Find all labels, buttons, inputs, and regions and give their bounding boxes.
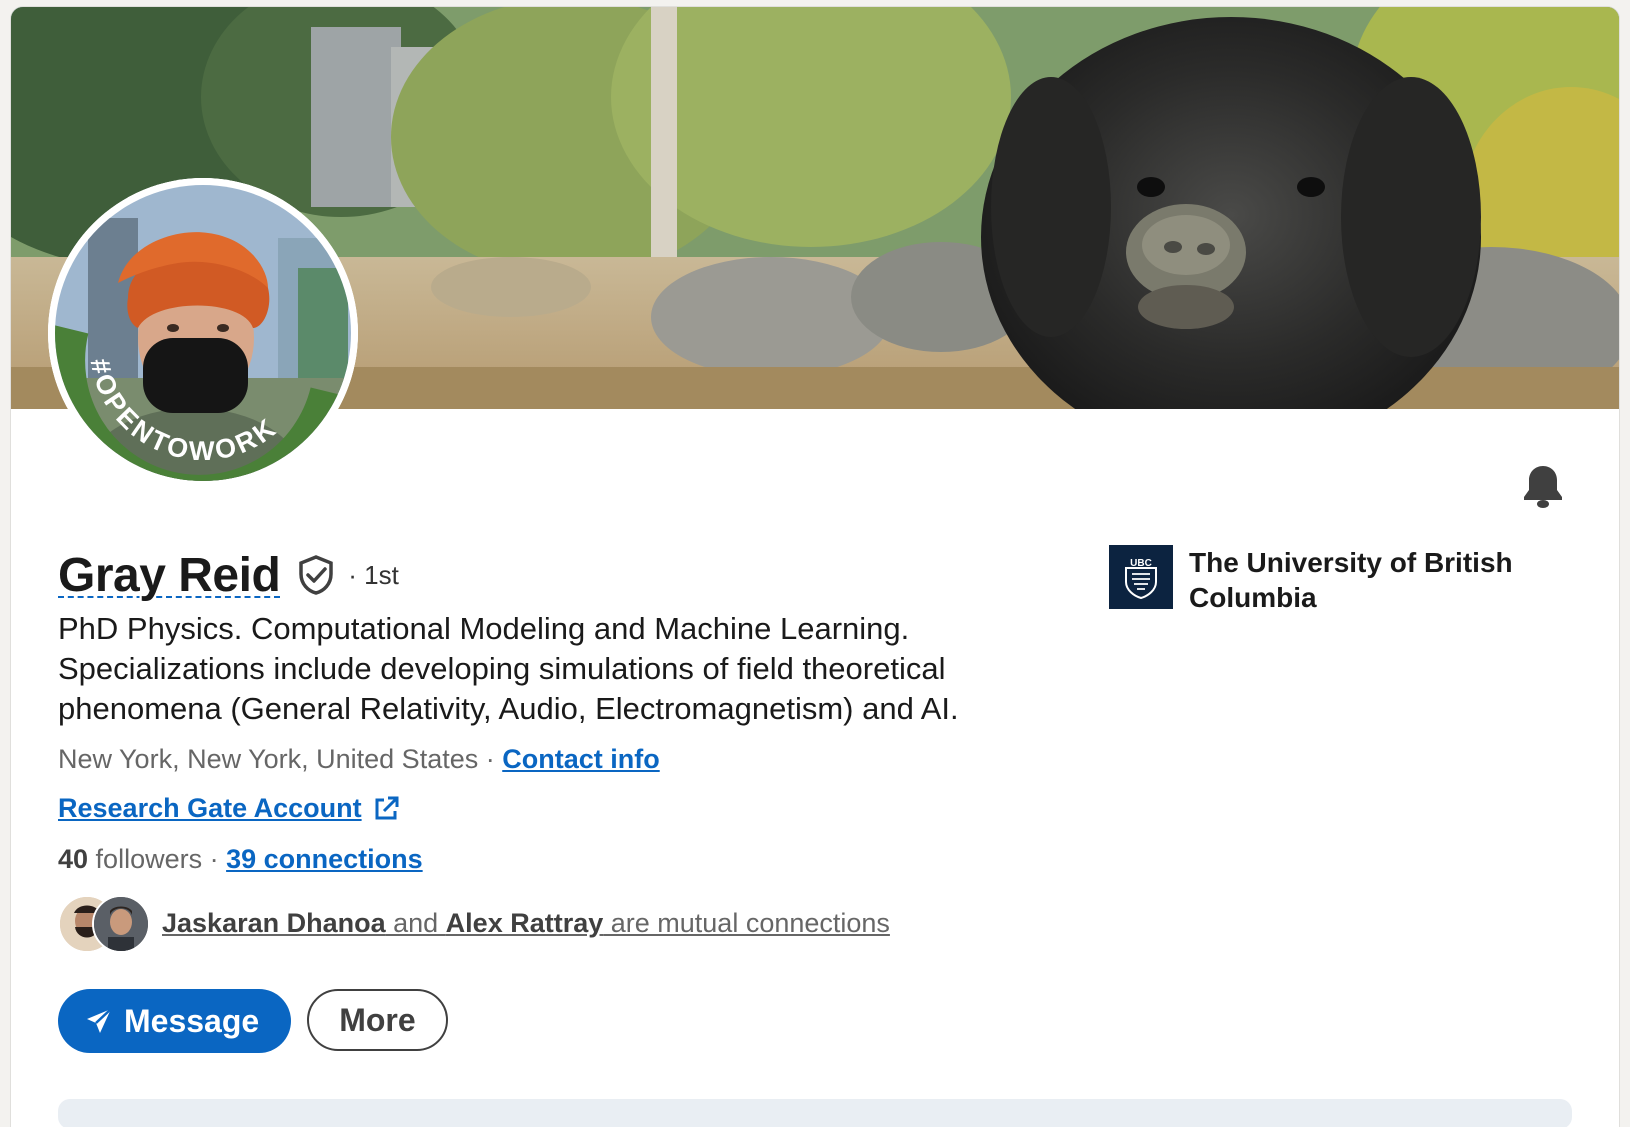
website-label[interactable]: Research Gate Account	[58, 793, 362, 824]
connections-link[interactable]: 39 connections	[226, 844, 423, 874]
name-row: Gray Reid · 1st	[58, 547, 399, 603]
followers-row: 40 followers · 39 connections	[58, 844, 423, 875]
website-link[interactable]: Research Gate Account	[58, 793, 400, 824]
profile-card: UBC The University of British Columbia G…	[11, 7, 1619, 1127]
mutual-joiner: and	[385, 907, 446, 938]
external-link-icon	[372, 795, 400, 823]
mutual-suffix: are mutual connections	[603, 907, 890, 938]
ubc-logo: UBC	[1109, 545, 1173, 609]
avatar	[92, 895, 150, 953]
more-button-label: More	[339, 1001, 416, 1038]
shield-check-icon[interactable]	[296, 554, 336, 596]
profile-actions: Message More	[58, 989, 448, 1053]
profile-photo[interactable]: #OPENTOWORK	[48, 178, 358, 488]
profile-name[interactable]: Gray Reid	[58, 548, 281, 603]
connection-degree: · 1st	[348, 559, 399, 590]
contact-info-link[interactable]: Contact info	[502, 744, 659, 774]
profile-headline: PhD Physics. Computational Modeling and …	[58, 611, 959, 726]
followers-label: followers	[88, 844, 203, 874]
mutual-connections-text[interactable]: Jaskaran Dhanoa and Alex Rattray are mut…	[162, 908, 890, 939]
mutual-person-1: Jaskaran Dhanoa	[162, 907, 386, 938]
connections-separator: ·	[202, 844, 227, 874]
message-button-label: Message	[124, 1002, 260, 1039]
profile-location: New York, New York, United States	[58, 744, 479, 774]
mutual-avatars	[58, 895, 154, 953]
mutual-person-2: Alex Rattray	[445, 907, 604, 938]
mutual-connections[interactable]: Jaskaran Dhanoa and Alex Rattray are mut…	[58, 893, 890, 953]
location-row: New York, New York, United States · Cont…	[58, 744, 660, 775]
message-button[interactable]: Message	[58, 989, 292, 1053]
paper-plane-icon	[87, 1008, 112, 1033]
notification-bell-icon[interactable]	[1521, 462, 1565, 510]
followers-count: 40	[58, 844, 89, 874]
location-separator: ·	[478, 744, 503, 774]
next-section-edge	[58, 1099, 1572, 1127]
more-button[interactable]: More	[307, 989, 448, 1051]
education-item[interactable]: UBC The University of British Columbia	[1109, 545, 1549, 615]
education-name[interactable]: The University of British Columbia	[1189, 545, 1549, 615]
